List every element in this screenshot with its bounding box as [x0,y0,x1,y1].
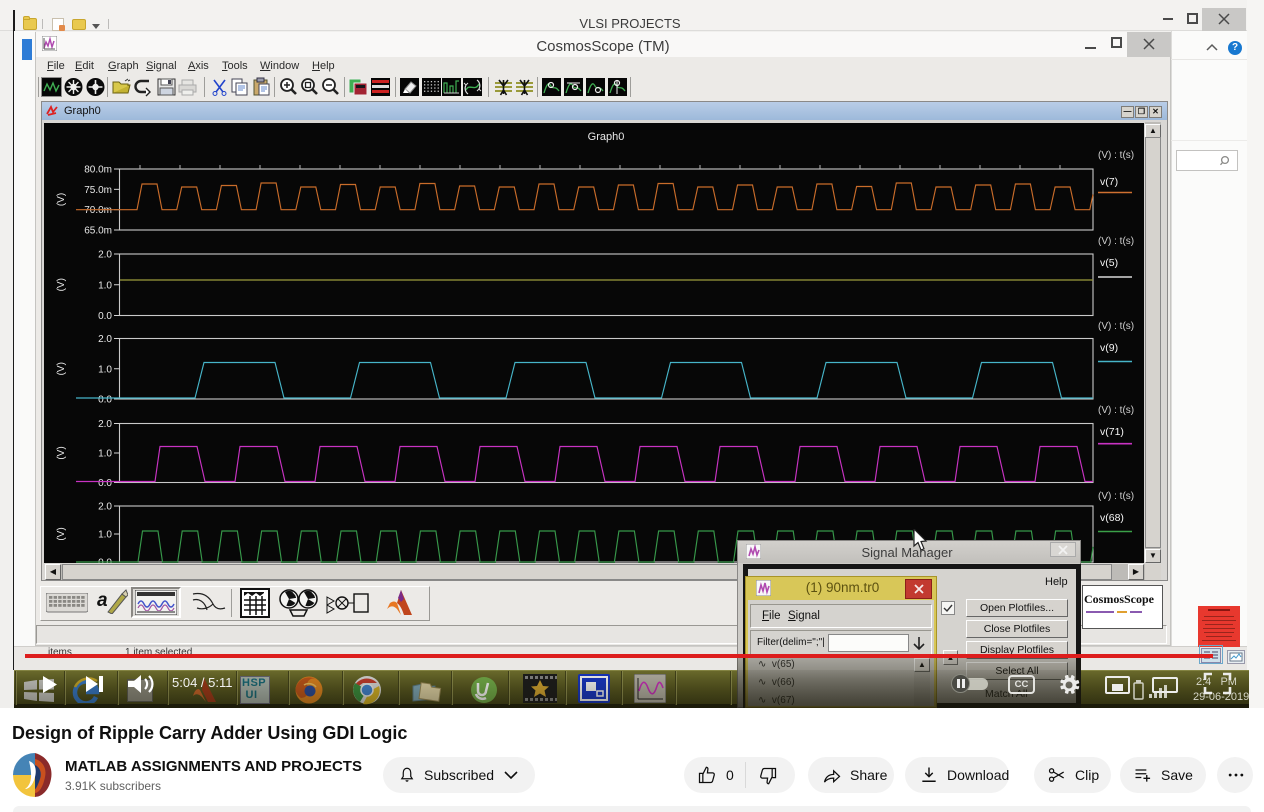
svg-text:(V) : t(s): (V) : t(s) [1098,150,1134,161]
svg-text:v(9): v(9) [1100,342,1118,354]
svg-text:(V): (V) [56,362,67,375]
svg-text:(V): (V) [56,193,67,206]
svg-text:v(5): v(5) [1100,257,1118,269]
svg-text:2.0: 2.0 [98,419,112,430]
svg-text:75.0m: 75.0m [84,185,112,196]
svg-text:Graph0: Graph0 [588,131,625,143]
svg-text:65.0m: 65.0m [84,226,112,237]
svg-text:2.0: 2.0 [98,334,112,345]
svg-text:0.0: 0.0 [98,395,112,406]
svg-text:1.0: 1.0 [98,280,112,291]
svg-text:1.0: 1.0 [98,449,112,460]
svg-text:80.0m: 80.0m [84,165,112,176]
svg-text:70.0m: 70.0m [84,205,112,216]
svg-text:2.0: 2.0 [98,250,112,261]
svg-text:v(7): v(7) [1100,176,1118,188]
svg-text:(V) : t(s): (V) : t(s) [1098,321,1134,332]
svg-text:(V) : t(s): (V) : t(s) [1098,491,1134,502]
svg-text:(V): (V) [56,527,67,540]
svg-text:0.0: 0.0 [98,311,112,322]
svg-text:(V): (V) [56,446,67,459]
svg-text:(V): (V) [56,278,67,291]
svg-text:(V) : t(s): (V) : t(s) [1098,236,1134,247]
svg-text:0.0: 0.0 [98,478,112,489]
svg-text:1.0: 1.0 [98,364,112,375]
svg-text:v(68): v(68) [1100,512,1124,524]
svg-text:(V) : t(s): (V) : t(s) [1098,405,1134,416]
svg-text:1.0: 1.0 [98,530,112,541]
svg-text:2.0: 2.0 [98,502,112,513]
svg-text:v(71): v(71) [1100,426,1124,438]
